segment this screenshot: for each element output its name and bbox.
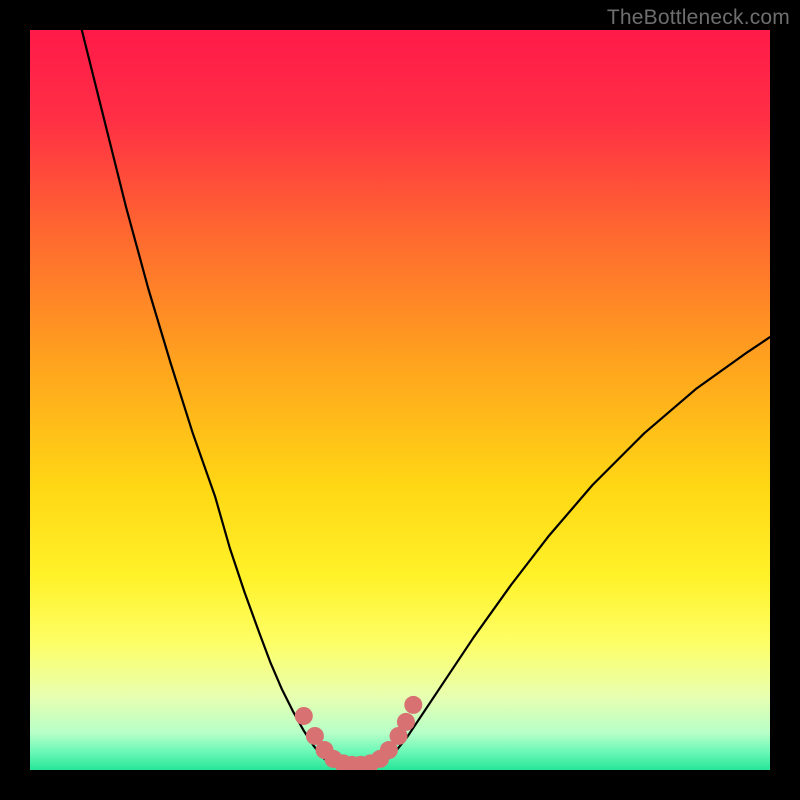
chart-svg bbox=[30, 30, 770, 770]
gradient-rect bbox=[30, 30, 770, 770]
curve-marker bbox=[295, 707, 313, 725]
outer-frame: TheBottleneck.com bbox=[0, 0, 800, 800]
curve-marker bbox=[397, 713, 415, 731]
plot-area bbox=[30, 30, 770, 770]
watermark-text: TheBottleneck.com bbox=[607, 6, 790, 30]
curve-marker bbox=[404, 696, 422, 714]
